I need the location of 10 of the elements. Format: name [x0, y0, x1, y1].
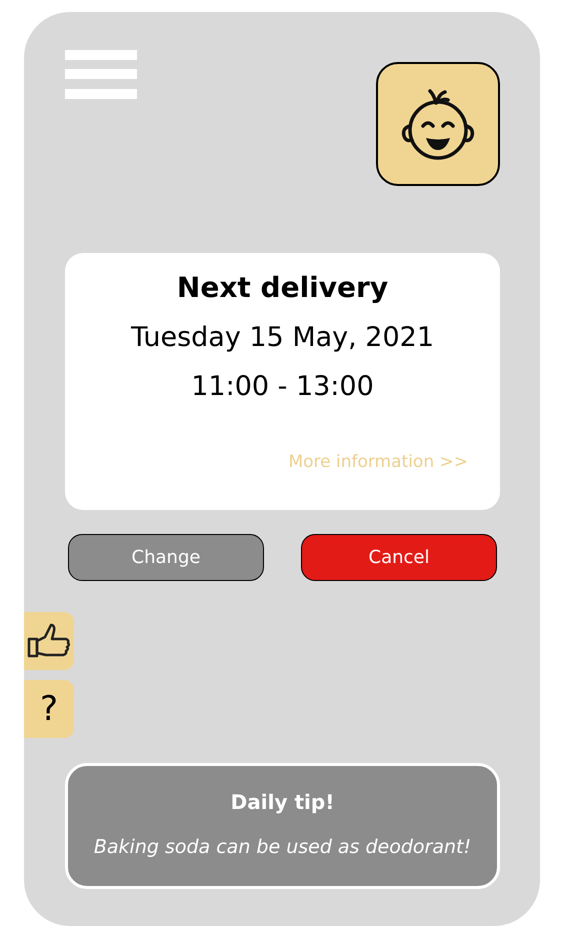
change-button[interactable]: Change: [68, 534, 264, 581]
delivery-time: 11:00 - 13:00: [191, 371, 374, 402]
tip-text: Baking soda can be used as deodorant!: [94, 836, 472, 858]
card-title: Next delivery: [176, 271, 388, 304]
help-button[interactable]: ?: [24, 680, 74, 738]
thumbs-up-button[interactable]: [24, 612, 74, 670]
delivery-date: Tuesday 15 May, 2021: [130, 322, 434, 353]
cancel-button[interactable]: Cancel: [301, 534, 497, 581]
avatar[interactable]: [376, 62, 500, 186]
tip-title: Daily tip!: [230, 790, 334, 814]
